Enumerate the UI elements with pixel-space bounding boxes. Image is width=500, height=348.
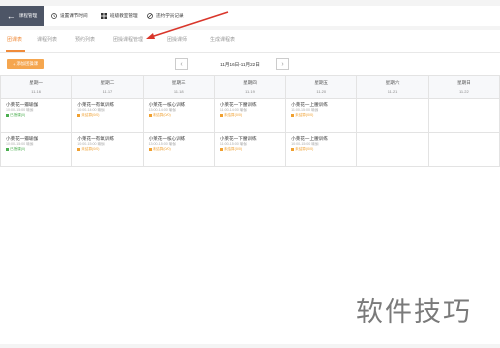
schedule-cell[interactable]: 小莱花一瓣瑜伽 10:00-15:00 瑜伽 已授课(0) [0,132,73,167]
date-label: 11.16 [31,89,41,94]
schedule-cell [427,98,500,133]
back-button[interactable]: ← 课程管理 [0,6,44,26]
status-text: 未结算(0/0) [152,113,171,117]
day-header: 星期日 11.22 [427,75,500,99]
schedule-cell[interactable]: 小莱花一上腰训练 11:00-15:00 瑜伽 未结算(0/0) [285,98,358,133]
day-header: 星期四 11.19 [213,75,287,99]
top-toolbar: ← 课程管理 设置课节时间 班级教室管理 违约学员记录 [0,6,500,26]
status-text: 未结算(0/0) [223,113,243,117]
class-status: 未结算(0/0) [219,113,280,118]
schedule-cell[interactable]: 小莱花一下腰训练 11:00-15:00 瑜伽 未结算(0/0) [213,132,287,167]
status-square-icon [291,114,295,117]
class-status: 已授课(0) [6,113,66,118]
tool-label: 班级教室管理 [110,13,138,18]
schedule-cell [356,98,429,133]
weekday-label: 星期二 [100,80,115,85]
day-header: 星期三 11.18 [142,75,215,99]
add-group-class-button[interactable]: + 添加团操课 [7,59,44,69]
tool-label: 设置课节时间 [60,13,88,18]
status-text: 未结算(0/0) [152,147,171,151]
status-text: 未结算(0/0) [81,147,100,151]
status-square-icon [219,148,223,151]
weekday-label: 星期一 [29,80,44,85]
status-square-icon [77,114,81,117]
schedule-cell[interactable]: 小莱花一核心训练 13:00-15:00 瑜伽 未结算(0/0) [142,132,215,167]
class-status: 未结算(0/0) [148,147,209,152]
date-label: 11.21 [387,89,398,94]
class-status: 未结算(0/0) [291,113,351,118]
tab-group-schedule[interactable]: 团课表 [7,36,22,43]
date-label: 11.20 [316,89,327,94]
date-label: 11.19 [245,89,255,94]
clock-icon [51,13,57,19]
weekday-label: 星期六 [385,80,400,85]
day-header: 星期五 11.20 [285,75,358,99]
status-text: 未结算(0/0) [81,113,100,117]
day-header: 星期一 11.16 [0,75,73,99]
status-square-icon [6,114,9,117]
status-square-icon [148,148,152,151]
status-text: 已授课(0) [10,147,26,151]
schedule-cell [427,132,500,167]
day-header: 星期二 11.17 [71,75,144,99]
set-class-time-button[interactable]: 设置课节时间 [51,6,88,26]
date-label: 11.17 [102,89,113,94]
status-square-icon [219,114,223,117]
weekday-label: 星期日 [456,80,471,85]
chevron-right-icon: › [281,60,284,68]
schedule-row: 小莱花一瓣瑜伽 10:00-15:00 瑜伽 已授课(0) 小莱花一有氧训练 10:00… [0,98,500,133]
status-square-icon [6,148,9,151]
weekday-label: 星期五 [314,80,329,85]
day-header: 星期六 11.21 [356,75,429,99]
status-square-icon [148,114,152,117]
ban-icon [147,13,153,19]
class-status: 未结算(0/0) [219,147,280,152]
class-status: 已授课(0) [6,147,66,152]
watermark-text: 软件技巧 [356,297,472,328]
back-arrow-icon: ← [6,10,16,21]
schedule-cell[interactable]: 小莱花一瓣瑜伽 10:00-15:00 瑜伽 已授课(0) [0,98,73,133]
tab-group-coach[interactable]: 团操课师 [167,36,187,43]
violation-record-button[interactable]: 违约学员记录 [147,6,184,26]
status-text: 未结算(0/0) [223,147,243,151]
class-status: 未结算(0/0) [148,113,209,118]
tab-generate-schedule[interactable]: 生成课程表 [210,36,235,43]
class-status: 未结算(0/0) [77,113,137,118]
class-status: 未结算(0/0) [77,147,137,152]
grid-icon [101,13,107,19]
schedule-cell [356,132,429,167]
schedule-row: 小莱花一瓣瑜伽 10:00-15:00 瑜伽 已授课(0) 小莱花一有氧训练 10:00… [0,132,500,167]
status-text: 未结算(0/0) [295,113,314,117]
tab-group-course-manage[interactable]: 团操课程管理 [113,36,143,43]
schedule-cell[interactable]: 小莱花一下腰训练 11:00-14:00 瑜伽 未结算(0/0) [213,98,287,133]
status-square-icon [291,148,295,151]
prev-week-button[interactable]: ‹ [175,58,188,70]
date-label: 11.22 [458,89,469,94]
schedule-cell[interactable]: 小莱花一上腰训练 10:00-15:00 瑜伽 未结算(0/0) [285,132,358,167]
status-square-icon [77,148,81,151]
schedule-cell[interactable]: 小莱花一有氧训练 10:00-15:00 瑜伽 未结算(0/0) [71,132,144,167]
tool-label: 违约学员记录 [156,13,184,18]
classroom-manage-button[interactable]: 班级教室管理 [101,6,138,26]
tab-bar: 团课表 课程列表 预约列表 团操课程管理 团操课师 生成课程表 [0,30,500,53]
back-button-label: 课程管理 [18,13,38,18]
chevron-left-icon: ‹ [180,60,183,68]
add-button-label: 添加团操课 [16,61,38,66]
status-text: 未结算(0/0) [295,147,314,151]
schedule-cell[interactable]: 小莱花一核心训练 13:00-14:00 瑜伽 未结算(0/0) [142,98,215,133]
date-label: 11.18 [173,89,184,94]
plus-icon: + [13,61,16,67]
status-text: 已授课(0) [10,113,26,117]
weekday-label: 星期四 [243,80,257,85]
weekday-label: 星期三 [171,80,186,85]
tab-course-list[interactable]: 课程列表 [37,36,57,43]
active-tab-indicator [6,50,25,52]
next-week-button[interactable]: › [276,58,289,70]
schedule-table: 星期一 11.16 星期二 11.17 星期三 11.18 星期四 11.19 星期五 11.20… [0,75,500,167]
header-row: 星期一 11.16 星期二 11.17 星期三 11.18 星期四 11.19 星期五 11.20… [0,75,500,99]
date-range-label: 11月16日-11月22日 [220,62,260,67]
tab-booking-list[interactable]: 预约列表 [75,36,95,43]
schedule-cell[interactable]: 小莱花一有氧训练 10:00-14:00 瑜伽 未结算(0/0) [71,98,144,133]
class-status: 未结算(0/0) [291,147,351,152]
